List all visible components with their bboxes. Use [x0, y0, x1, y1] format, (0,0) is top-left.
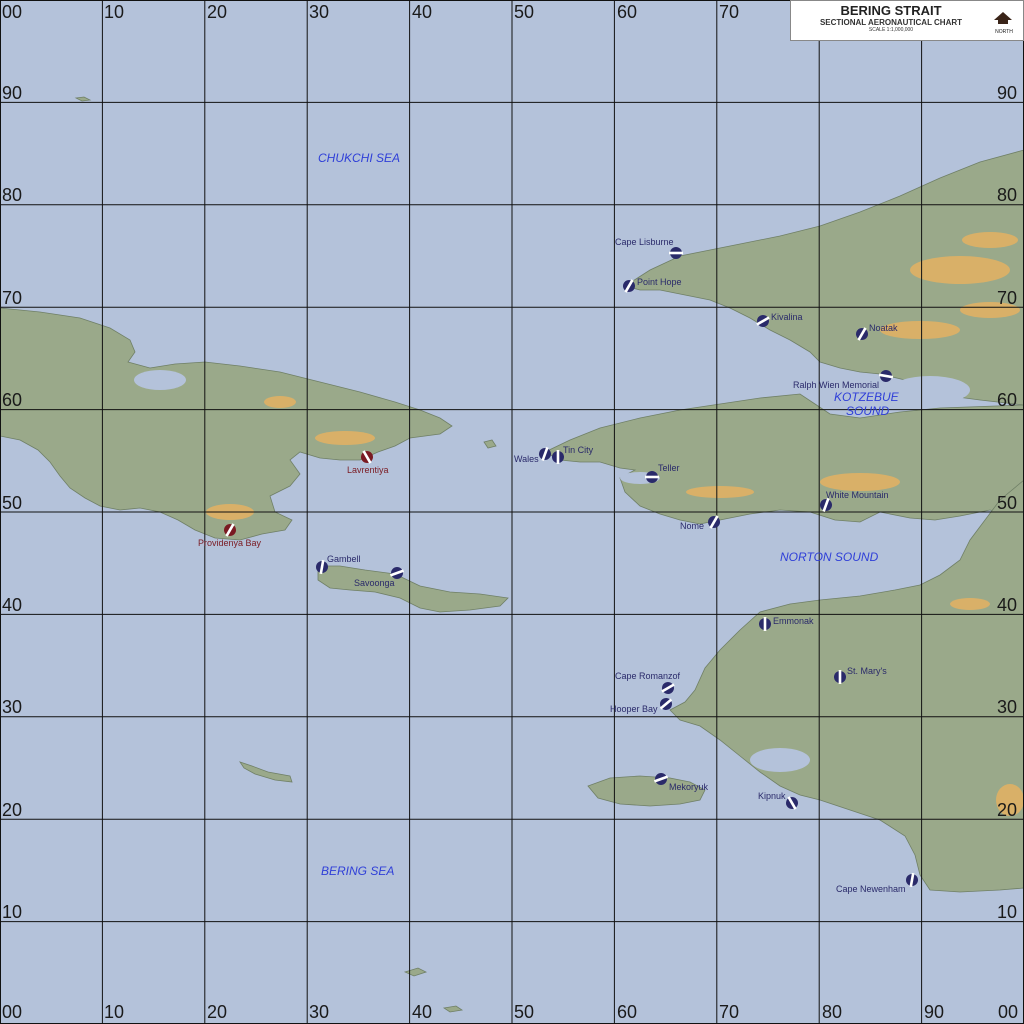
- grid-label-bottom-40: 40: [412, 1002, 433, 1022]
- airport-label-emmonak: Emmonak: [773, 616, 814, 626]
- map-canvas[interactable]: CHUKCHI SEA KOTZEBUE SOUND NORTON SOUND …: [0, 0, 1024, 1024]
- airport-label-mekoryuk: Mekoryuk: [669, 782, 709, 792]
- grid-label-left-80: 80: [2, 185, 23, 205]
- airport-label-teller: Teller: [658, 463, 680, 473]
- grid-label-left-60: 60: [2, 390, 23, 410]
- grid-label-bottom-20: 20: [207, 1002, 228, 1022]
- airport-label-providenya-bay: Providenya Bay: [198, 538, 262, 548]
- north-arrow-icon: [994, 12, 1012, 24]
- grid-label-right-90: 90: [997, 83, 1018, 103]
- airport-label-savoonga: Savoonga: [354, 578, 395, 588]
- airport-label-tin-city: Tin City: [563, 445, 594, 455]
- sea-label-kotzebue: KOTZEBUE: [834, 390, 900, 404]
- grid-label-bottom-00-right: 00: [998, 1002, 1019, 1022]
- grid-label-bottom-90: 90: [924, 1002, 945, 1022]
- grid-label-bottom-70: 70: [719, 1002, 740, 1022]
- airport-label-st-marys: St. Mary's: [847, 666, 887, 676]
- airport-label-nome: Nome: [680, 521, 704, 531]
- airport-label-gambell: Gambell: [327, 554, 361, 564]
- airport-label-cape-lisburne: Cape Lisburne: [615, 237, 674, 247]
- airport-label-lavrentiya: Lavrentiya: [347, 465, 389, 475]
- grid-label-top-40: 40: [412, 2, 433, 22]
- sea-label-bering: BERING SEA: [321, 864, 394, 878]
- airport-label-point-hope: Point Hope: [637, 277, 682, 287]
- lake-chukotka: [134, 370, 186, 390]
- chart-scale: SCALE 1:1,000,000: [868, 27, 914, 33]
- airport-label-cape-romanzof: Cape Romanzof: [615, 671, 681, 681]
- grid-label-right-60: 60: [997, 390, 1018, 410]
- grid-label-left-40: 40: [2, 595, 23, 615]
- sea-label-sound: SOUND: [846, 404, 890, 418]
- airport-label-wales: Wales: [514, 454, 539, 464]
- sea-label-norton: NORTON SOUND: [780, 550, 879, 564]
- grid-label-left-30: 30: [2, 697, 23, 717]
- chart-subtitle: SECTIONAL AERONAUTICAL CHART: [819, 18, 963, 27]
- grid-label-bottom-30: 30: [309, 1002, 330, 1022]
- grid-label-left-10: 10: [2, 902, 23, 922]
- airport-label-noatak: Noatak: [869, 323, 898, 333]
- grid-label-left-20: 20: [2, 800, 23, 820]
- airport-label-kivalina: Kivalina: [771, 312, 803, 322]
- grid-label-top-10: 10: [104, 2, 125, 22]
- grid-label-bottom-60: 60: [617, 1002, 638, 1022]
- airport-label-ralph-wien: Ralph Wien Memorial: [793, 380, 879, 390]
- grid-label-bottom-10: 10: [104, 1002, 125, 1022]
- grid-label-right-80: 80: [997, 185, 1018, 205]
- grid-label-bottom-80: 80: [822, 1002, 843, 1022]
- grid-label-right-30: 30: [997, 697, 1018, 717]
- sea-label-chukchi: CHUKCHI SEA: [318, 151, 400, 165]
- grid-label-top-30: 30: [309, 2, 330, 22]
- airport-label-white-mountain: White Mountain: [826, 490, 889, 500]
- grid-label-right-10: 10: [997, 902, 1018, 922]
- chart-title-box: BERING STRAIT SECTIONAL AERONAUTICAL CHA…: [790, 0, 1024, 41]
- chart-title: BERING STRAIT: [840, 3, 942, 18]
- grid-label-left-70: 70: [2, 288, 23, 308]
- grid-label-bottom-00: 00: [2, 1002, 23, 1022]
- grid-label-top-50: 50: [514, 2, 535, 22]
- grid-label-left-90: 90: [2, 83, 23, 103]
- grid-label-top-60: 60: [617, 2, 638, 22]
- grid-label-right-50: 50: [997, 493, 1018, 513]
- grid-label-right-20: 20: [997, 800, 1018, 820]
- grid-label-right-70: 70: [997, 288, 1018, 308]
- lake-norton: [750, 748, 810, 772]
- grid-label-top-70: 70: [719, 2, 740, 22]
- grid-label-bottom-50: 50: [514, 1002, 535, 1022]
- north-label: NORTH: [995, 29, 1013, 35]
- grid-label-right-40: 40: [997, 595, 1018, 615]
- grid-label-top-00: 00: [2, 2, 23, 22]
- grid-label-left-50: 50: [2, 493, 23, 513]
- lake-kotzebue: [890, 376, 970, 404]
- grid-label-top-20: 20: [207, 2, 228, 22]
- airport-label-kipnuk: Kipnuk: [758, 791, 786, 801]
- airport-label-cape-newenham: Cape Newenham: [836, 884, 906, 894]
- airport-label-hooper-bay: Hooper Bay: [610, 704, 658, 714]
